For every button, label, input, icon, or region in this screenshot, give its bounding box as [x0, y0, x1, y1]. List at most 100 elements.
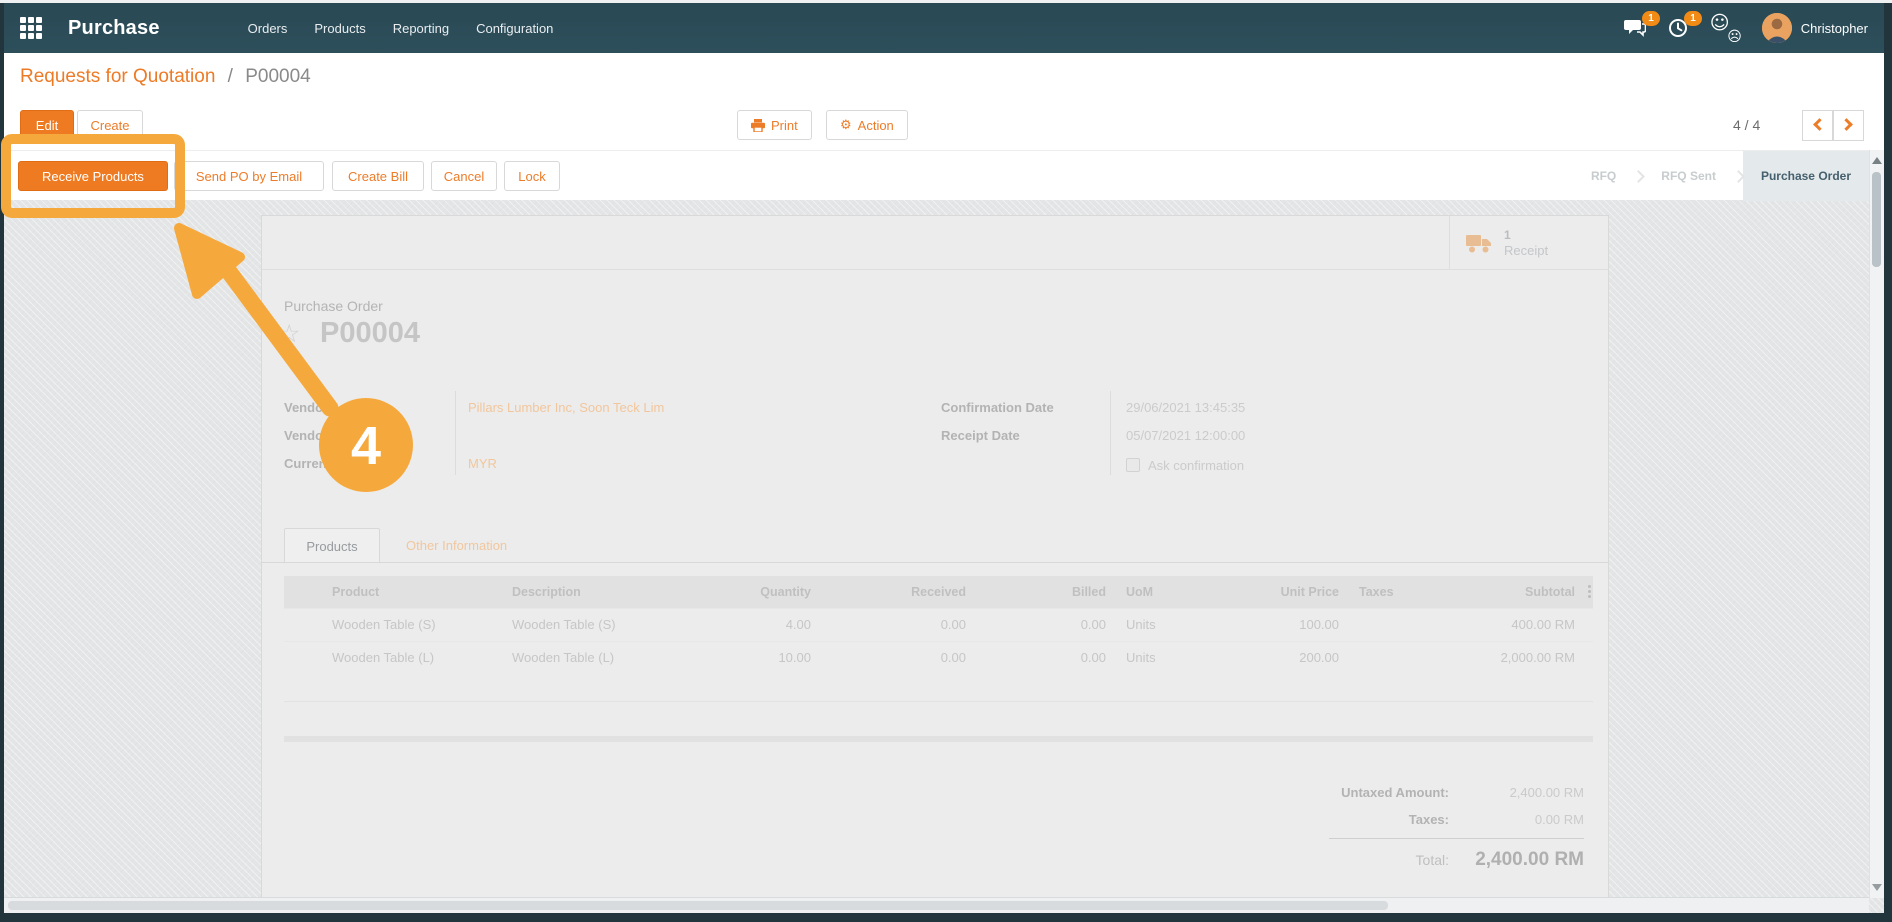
receipt-count: 1: [1504, 227, 1511, 242]
favorite-star-icon[interactable]: ☆: [278, 319, 300, 348]
list-options-icon[interactable]: [1585, 585, 1593, 599]
gear-icon: ⚙: [840, 117, 852, 133]
create-button[interactable]: Create: [77, 110, 143, 140]
action-button[interactable]: ⚙ Action: [826, 110, 908, 140]
pager-next-button[interactable]: [1833, 110, 1864, 141]
action-bar: Receive Products Send PO by Email Create…: [4, 150, 1884, 201]
order-lines-table: Product Description Quantity Received Bi…: [284, 576, 1593, 674]
nav-menu-reporting[interactable]: Reporting: [393, 21, 449, 36]
truck-icon: [1466, 234, 1491, 252]
total-label: Total:: [1415, 852, 1449, 868]
vendor-link[interactable]: Pillars Lumber Inc, Soon Teck Lim: [468, 394, 898, 422]
receipt-date-value: 05/07/2021 12:00:00: [1126, 428, 1246, 443]
send-po-by-email-button[interactable]: Send PO by Email: [174, 161, 324, 191]
vendor-label: Vendor: [284, 400, 329, 415]
divider: [284, 701, 1593, 702]
table-header-row: Product Description Quantity Received Bi…: [284, 576, 1593, 608]
chevron-left-icon: [1813, 118, 1826, 131]
divider: [1110, 391, 1111, 475]
divider: [262, 562, 1608, 563]
purchase-order-sheet: 1 Receipt Purchase Order ☆ P00004 Vendor…: [261, 215, 1609, 913]
pager-prev-button[interactable]: [1802, 110, 1833, 141]
col-description[interactable]: Description: [502, 576, 702, 608]
col-taxes[interactable]: Taxes: [1349, 576, 1469, 608]
divider: [284, 736, 1593, 742]
user-name: Christopher: [1800, 20, 1868, 36]
receipt-date-label: Receipt Date: [941, 428, 1020, 443]
confirmation-date-value: 29/06/2021 13:45:35: [1126, 400, 1246, 415]
app-title[interactable]: Purchase: [68, 17, 160, 40]
avatar[interactable]: [1761, 13, 1792, 43]
ask-confirmation-checkbox[interactable]: [1126, 458, 1140, 472]
create-bill-button[interactable]: Create Bill: [332, 161, 424, 191]
pager-count: 4 / 4: [1733, 117, 1761, 133]
divider: [1329, 838, 1584, 839]
receipt-label: Receipt: [1504, 242, 1549, 258]
status-purchase-order[interactable]: Purchase Order: [1742, 151, 1869, 201]
printer-icon: [751, 118, 765, 132]
doc-type-label: Purchase Order: [284, 298, 383, 314]
col-billed[interactable]: Billed: [976, 576, 1116, 608]
currency-label: Currency: [284, 456, 342, 471]
window-frame: [0, 0, 1892, 3]
scroll-down-icon[interactable]: [1872, 884, 1882, 891]
print-button[interactable]: Print: [737, 110, 812, 140]
activities-badge: 1: [1684, 11, 1702, 26]
taxes-label: Taxes:: [1408, 812, 1449, 827]
col-quantity[interactable]: Quantity: [702, 576, 821, 608]
untaxed-amount-label: Untaxed Amount:: [1341, 785, 1449, 800]
status-rfq[interactable]: RFQ: [1573, 151, 1634, 201]
taxes-value: 0.00 RM: [1534, 812, 1584, 827]
form-view-background: 1 Receipt Purchase Order ☆ P00004 Vendor…: [4, 200, 1884, 913]
edit-button[interactable]: Edit: [20, 110, 74, 140]
drag-handle-column: [284, 576, 322, 608]
apps-grid-icon[interactable]: [20, 17, 42, 39]
scrollbar-thumb[interactable]: [8, 901, 1388, 910]
lock-button[interactable]: Lock: [504, 161, 560, 191]
tab-other-information[interactable]: Other Information: [390, 528, 523, 563]
tab-products[interactable]: Products: [284, 528, 380, 563]
scroll-up-icon[interactable]: [1872, 157, 1882, 164]
divider: [262, 269, 1608, 270]
total-value: 2,400.00 RM: [1475, 849, 1584, 870]
messages-icon[interactable]: 1: [1623, 11, 1660, 38]
col-subtotal[interactable]: Subtotal: [1469, 576, 1585, 608]
col-uom[interactable]: UoM: [1116, 576, 1221, 608]
chevron-right-icon: [1840, 118, 1853, 131]
table-row[interactable]: Wooden Table (S) Wooden Table (S) 4.00 0…: [284, 607, 1593, 641]
vendor-reference-label: Vendor Reference: [284, 428, 395, 443]
receive-products-button[interactable]: Receive Products: [18, 161, 168, 191]
document-title: P00004: [320, 317, 420, 349]
user-menu[interactable]: Christopher: [1761, 13, 1868, 43]
window-frame: [0, 3, 4, 922]
receipt-smart-button[interactable]: 1 Receipt: [1449, 216, 1593, 269]
totals-block: Untaxed Amount: 2,400.00 RM Taxes: 0.00 …: [1159, 779, 1584, 876]
activities-icon[interactable]: 1: [1668, 11, 1702, 38]
messages-badge: 1: [1642, 11, 1660, 26]
divider: [455, 391, 456, 475]
untaxed-amount-value: 2,400.00 RM: [1509, 785, 1584, 800]
window-frame: [1884, 3, 1892, 922]
confirmation-date-label: Confirmation Date: [941, 400, 1054, 415]
table-row[interactable]: Wooden Table (L) Wooden Table (L) 10.00 …: [284, 640, 1593, 674]
statusbar: RFQ RFQ Sent Purchase Order: [1573, 151, 1869, 201]
window-frame: [0, 913, 1892, 922]
nav-menu-configuration[interactable]: Configuration: [476, 21, 553, 36]
col-received[interactable]: Received: [821, 576, 976, 608]
horizontal-scrollbar[interactable]: [4, 897, 1869, 913]
cancel-button[interactable]: Cancel: [431, 161, 497, 191]
col-unit-price[interactable]: Unit Price: [1221, 576, 1349, 608]
faces-icon[interactable]: ☺ ☹: [1710, 12, 1742, 45]
ask-confirmation-label: Ask confirmation: [1148, 458, 1245, 473]
vertical-scrollbar[interactable]: [1869, 150, 1884, 898]
nav-menu-orders[interactable]: Orders: [248, 21, 288, 36]
scrollbar-thumb[interactable]: [1872, 172, 1881, 267]
col-product[interactable]: Product: [322, 576, 502, 608]
breadcrumb: Requests for Quotation / P00004: [20, 60, 311, 94]
breadcrumb-link-rfq[interactable]: Requests for Quotation: [20, 66, 215, 87]
breadcrumb-current: P00004: [245, 66, 311, 87]
breadcrumb-separator: /: [227, 66, 233, 87]
status-rfq-sent[interactable]: RFQ Sent: [1643, 151, 1734, 201]
nav-menu-products[interactable]: Products: [314, 21, 365, 36]
currency-link[interactable]: MYR: [468, 450, 668, 478]
